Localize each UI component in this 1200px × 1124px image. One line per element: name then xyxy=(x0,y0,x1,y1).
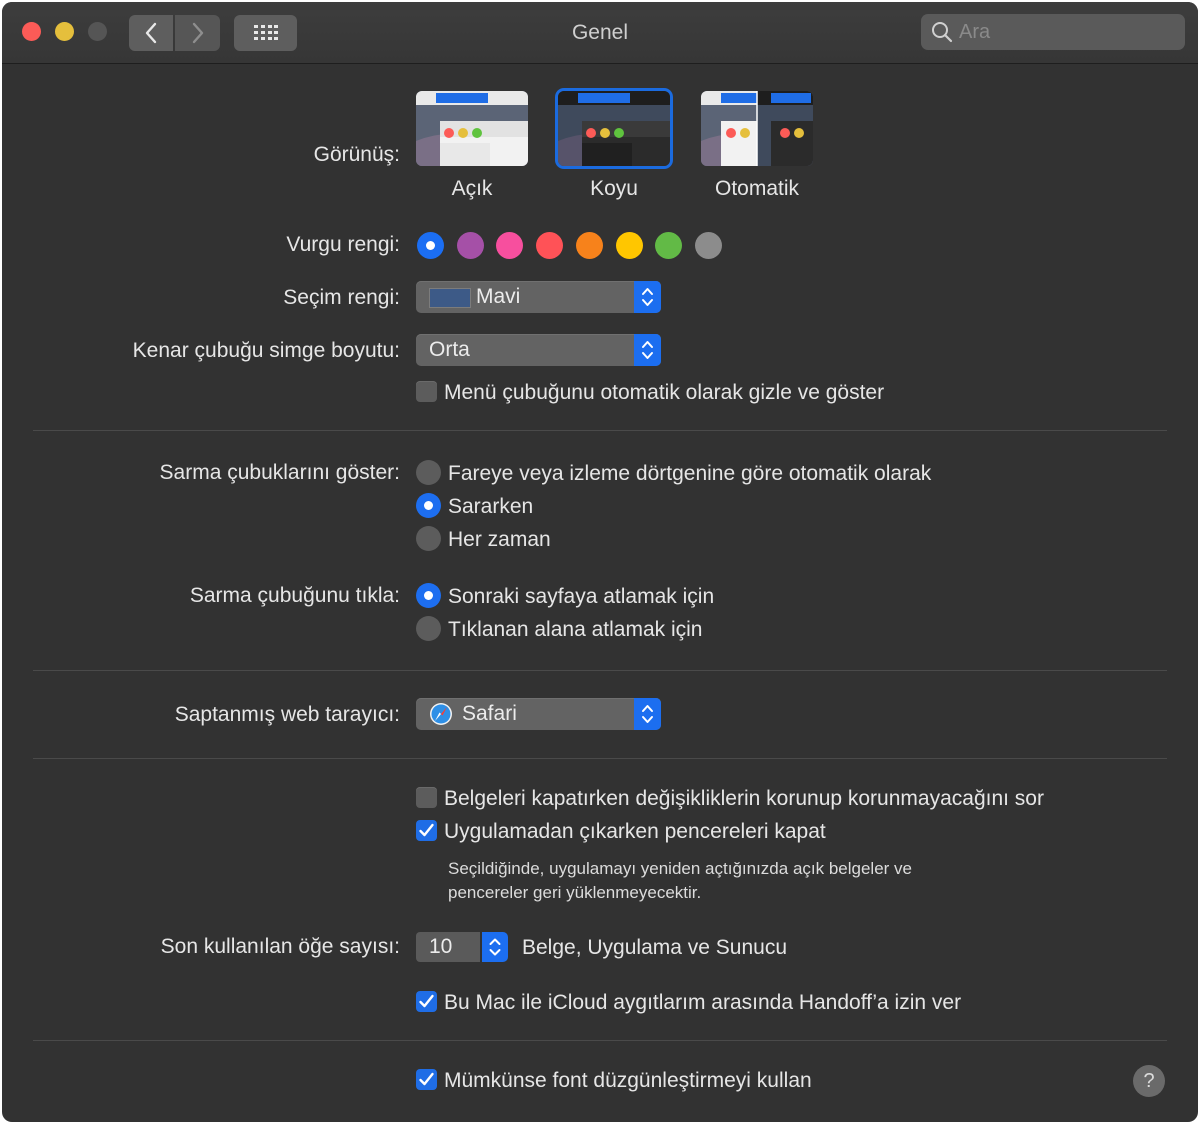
accent-swatch-green[interactable] xyxy=(655,232,683,259)
appearance-light-thumbnail[interactable] xyxy=(416,91,528,166)
scrollbars-label: Sarma çubuklarını göster: xyxy=(159,461,400,484)
accent-color-label: Vurgu rengi: xyxy=(286,233,400,256)
highlight-color-swatch xyxy=(429,288,471,308)
title-bar: Genel Ara xyxy=(2,2,1198,64)
default-browser-value: Safari xyxy=(462,702,517,725)
checkmark-icon xyxy=(419,823,434,837)
ask-keep-changes-checkbox[interactable] xyxy=(416,787,437,808)
scroll-click-spot-label: Tıklanan alana atlamak için xyxy=(448,618,703,641)
scroll-click-next-page-label: Sonraki sayfaya atlamak için xyxy=(448,585,715,608)
accent-swatch-purple[interactable] xyxy=(456,232,484,259)
accent-swatch-pink[interactable] xyxy=(496,232,524,259)
scroll-click-next-page-radio[interactable] xyxy=(416,583,441,608)
font-smoothing-label: Mümkünse font düzgünleştirmeyi kullan xyxy=(444,1069,812,1092)
preferences-window: Genel Ara Görünüş: Açık Koyu Otomatik Vu… xyxy=(2,2,1198,1122)
appearance-light-label: Açık xyxy=(451,177,493,200)
recent-items-label: Son kullanılan öğe sayısı: xyxy=(160,935,400,958)
sidebar-icon-size-value: Orta xyxy=(429,338,470,361)
highlight-color-label: Seçim rengi: xyxy=(283,286,400,309)
close-windows-checkbox[interactable] xyxy=(416,820,437,841)
separator xyxy=(33,1040,1167,1041)
handoff-checkbox[interactable] xyxy=(416,991,437,1012)
safari-icon xyxy=(430,703,452,725)
recent-items-value: 10 xyxy=(429,935,453,958)
ask-keep-changes-label: Belgeleri kapatırken değişikliklerin kor… xyxy=(444,787,1044,810)
separator xyxy=(33,758,1167,759)
accent-swatch-blue[interactable] xyxy=(417,232,444,259)
scroll-click-spot-radio[interactable] xyxy=(416,616,441,641)
popup-arrows-icon xyxy=(634,281,661,313)
appearance-auto-label: Otomatik xyxy=(714,177,800,200)
appearance-label: Görünüş: xyxy=(313,143,400,166)
accent-swatch-orange[interactable] xyxy=(575,232,603,259)
popup-arrows-icon xyxy=(634,334,661,366)
search-icon xyxy=(932,22,953,43)
accent-swatch-graphite[interactable] xyxy=(694,232,722,259)
highlight-color-popup[interactable]: Mavi xyxy=(416,281,661,313)
scrollbars-always-radio[interactable] xyxy=(416,526,441,551)
recent-items-suffix: Belge, Uygulama ve Sunucu xyxy=(522,936,787,959)
scrollbars-always-label: Her zaman xyxy=(448,528,551,551)
font-smoothing-checkbox[interactable] xyxy=(416,1069,437,1090)
menubar-autohide-label: Menü çubuğunu otomatik olarak gizle ve g… xyxy=(444,381,885,404)
sidebar-icon-size-label: Kenar çubuğu simge boyutu: xyxy=(132,339,400,362)
accent-swatch-yellow[interactable] xyxy=(615,232,643,259)
scrollbars-auto-radio[interactable] xyxy=(416,460,441,485)
close-windows-note-line1: Seçildiğinde, uygulamayı yeniden açtığın… xyxy=(448,859,913,878)
recent-items-field[interactable]: 10 xyxy=(416,932,480,962)
scroll-click-label: Sarma çubuğunu tıkla: xyxy=(189,584,400,607)
checkmark-icon xyxy=(419,1072,434,1086)
close-windows-note-line2: pencereler geri yüklenmeyecektir. xyxy=(448,883,702,902)
separator xyxy=(33,430,1167,431)
appearance-auto-thumbnail[interactable] xyxy=(701,91,813,166)
separator xyxy=(33,670,1167,671)
accent-swatch-red[interactable] xyxy=(536,232,564,259)
popup-arrows-icon xyxy=(634,698,661,730)
handoff-label: Bu Mac ile iCloud aygıtlarım arasında Ha… xyxy=(444,991,962,1014)
help-button[interactable]: ? xyxy=(1133,1065,1165,1097)
default-browser-popup[interactable]: Safari xyxy=(416,698,661,730)
scrollbars-auto-label: Fareye veya izleme dörtgenine göre otoma… xyxy=(448,462,932,485)
stepper-arrows-icon xyxy=(489,938,501,956)
scrollbars-scrolling-label: Sararken xyxy=(448,495,534,518)
default-browser-label: Saptanmış web tarayıcı: xyxy=(174,703,400,726)
recent-items-stepper[interactable] xyxy=(482,932,508,962)
scrollbars-scrolling-radio[interactable] xyxy=(416,493,441,518)
search-field[interactable]: Ara xyxy=(921,14,1185,50)
appearance-dark-label: Koyu xyxy=(590,177,638,200)
search-placeholder: Ara xyxy=(959,20,991,43)
sidebar-icon-size-popup[interactable]: Orta xyxy=(416,334,661,366)
menubar-autohide-checkbox[interactable] xyxy=(416,381,437,402)
checkmark-icon xyxy=(419,994,434,1008)
close-windows-label: Uygulamadan çıkarken pencereleri kapat xyxy=(444,820,826,843)
highlight-color-value: Mavi xyxy=(476,285,521,308)
appearance-dark-thumbnail[interactable] xyxy=(558,91,670,166)
